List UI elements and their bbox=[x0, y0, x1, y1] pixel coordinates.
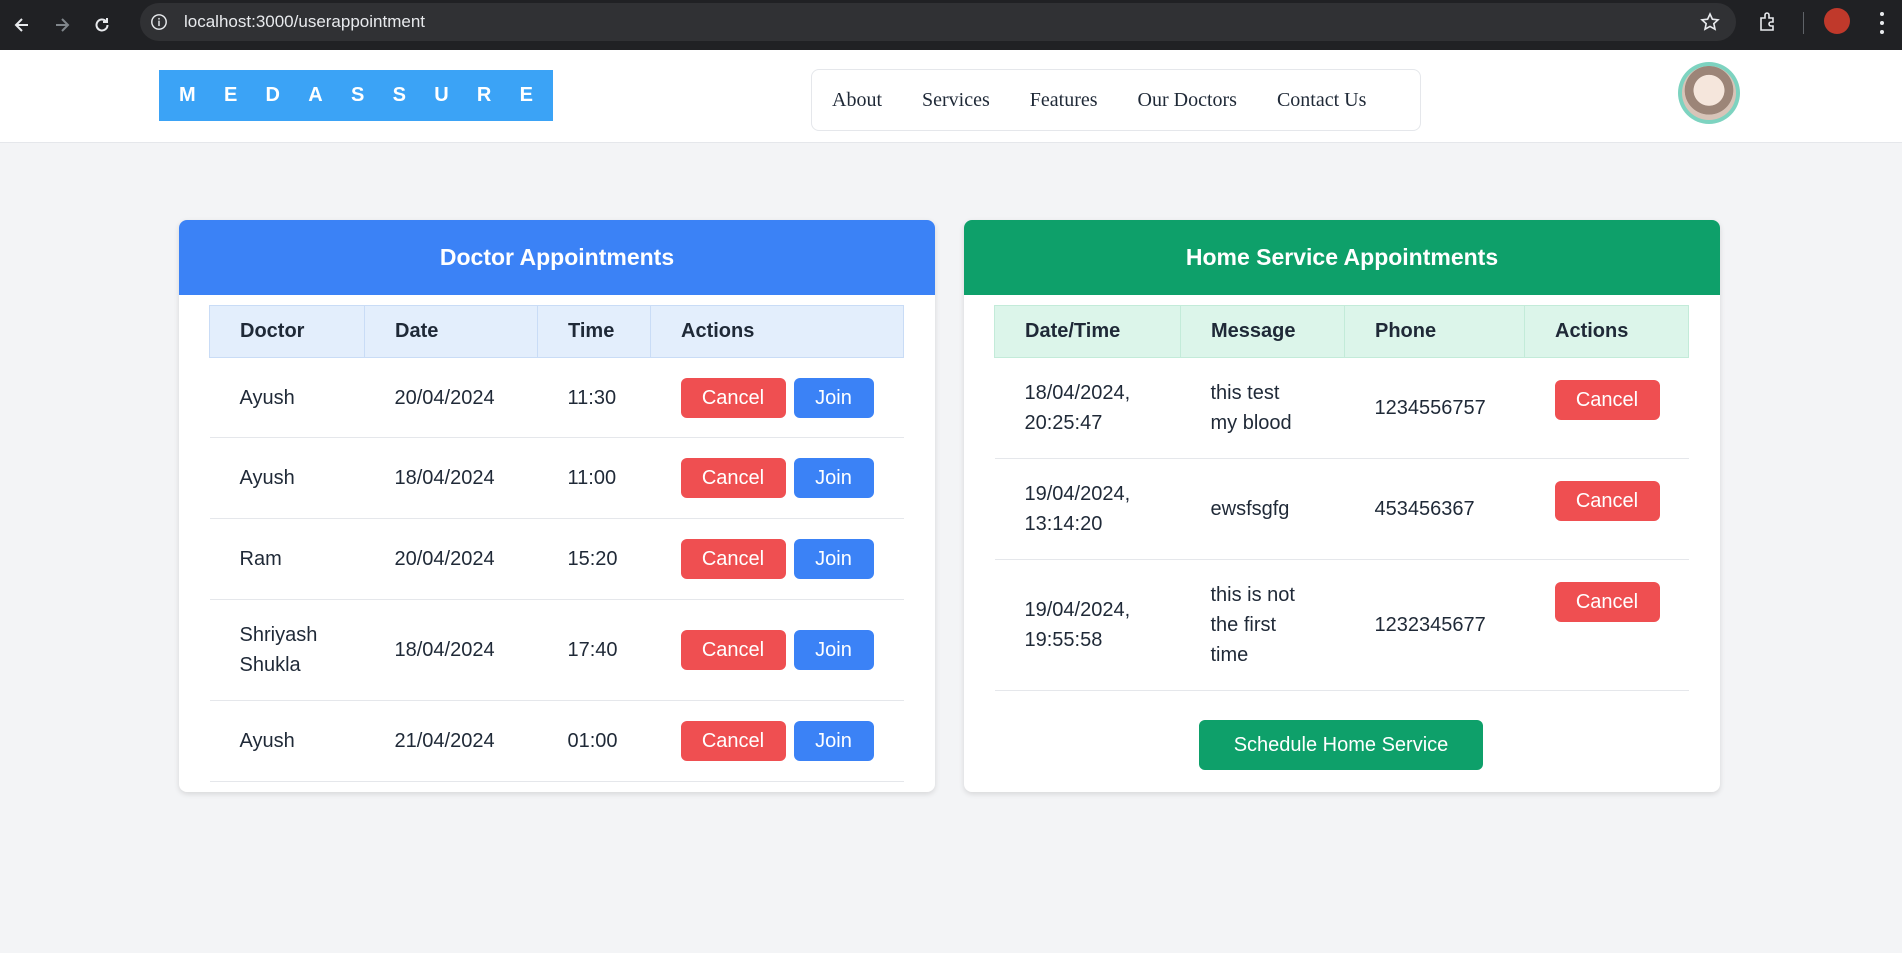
cancel-button[interactable]: Cancel bbox=[680, 721, 786, 761]
row-actions: Cancel bbox=[1524, 559, 1689, 691]
column-header-datetime: Date/Time bbox=[994, 305, 1181, 358]
main-nav: About Services Features Our Doctors Cont… bbox=[811, 69, 1421, 131]
row-actions: Cancel Join bbox=[650, 357, 904, 438]
home-service-appointments-card: Home Service Appointments Date/Time Mess… bbox=[964, 220, 1720, 792]
appointment-message: this test my blood bbox=[1180, 357, 1345, 459]
appointment-time: 11:00 bbox=[537, 437, 651, 519]
doctor-appointments-title: Doctor Appointments bbox=[179, 220, 935, 295]
row-actions: Cancel bbox=[1524, 458, 1689, 560]
doctor-appointment-row: Shriyash Shukla 18/04/2024 17:40 Cancel Join bbox=[209, 599, 904, 701]
appointment-time: 11:30 bbox=[537, 357, 651, 438]
browser-profile-avatar[interactable] bbox=[1824, 8, 1850, 34]
site-info-icon[interactable] bbox=[148, 11, 170, 33]
cancel-button[interactable]: Cancel bbox=[1554, 582, 1660, 622]
cancel-button[interactable]: Cancel bbox=[1554, 481, 1660, 521]
forward-icon[interactable] bbox=[44, 7, 80, 43]
logo-letter: E bbox=[223, 84, 238, 106]
cancel-button[interactable]: Cancel bbox=[680, 539, 786, 579]
doctor-appointment-row: Ayush 21/04/2024 01:00 Cancel Join bbox=[209, 700, 904, 782]
appointment-time: 15:20 bbox=[537, 518, 651, 600]
doctor-name: Shriyash Shukla bbox=[209, 599, 365, 701]
doctor-appointment-row: Ayush 18/04/2024 11:00 Cancel Join bbox=[209, 437, 904, 519]
appointment-phone: 1234556757 bbox=[1344, 357, 1525, 459]
appointment-date: 18/04/2024 bbox=[364, 437, 538, 519]
logo-letter: U bbox=[434, 84, 449, 106]
medassure-logo[interactable]: MEDASSURE bbox=[159, 70, 553, 121]
home-service-row: 19/04/2024, 19:55:58 this is not the firs… bbox=[994, 559, 1689, 691]
row-actions: Cancel bbox=[1524, 357, 1689, 459]
cancel-button[interactable]: Cancel bbox=[680, 630, 786, 670]
logo-letter: S bbox=[350, 84, 365, 106]
appointment-date: 20/04/2024 bbox=[364, 518, 538, 600]
column-header-date: Date bbox=[364, 305, 538, 358]
browser-menu-icon[interactable] bbox=[1872, 10, 1892, 36]
appointment-date: 21/04/2024 bbox=[364, 700, 538, 782]
doctor-appointment-row: Ayush 20/04/2024 11:30 Cancel Join bbox=[209, 357, 904, 438]
appointment-phone: 453456367 bbox=[1344, 458, 1525, 560]
row-actions: Cancel Join bbox=[650, 437, 904, 519]
extensions-icon[interactable] bbox=[1756, 10, 1780, 34]
column-header-actions: Actions bbox=[650, 305, 904, 358]
nav-about[interactable]: About bbox=[832, 89, 882, 112]
appointment-phone: 1232345677 bbox=[1344, 559, 1525, 691]
home-service-row: 19/04/2024, 13:14:20 ewsfsgfg 453456367 Can… bbox=[994, 458, 1689, 560]
appointment-time: 01:00 bbox=[537, 700, 651, 782]
logo-letter: A bbox=[308, 84, 323, 106]
doctor-name: Ram bbox=[209, 518, 365, 600]
browser-toolbar: localhost:3000/userappointment bbox=[0, 0, 1902, 50]
row-actions: Cancel Join bbox=[650, 700, 904, 782]
home-service-appointments-title: Home Service Appointments bbox=[964, 220, 1720, 295]
doctor-name: Ayush bbox=[209, 700, 365, 782]
logo-letter: D bbox=[265, 84, 280, 106]
logo-letter: R bbox=[476, 84, 492, 106]
row-actions: Cancel Join bbox=[650, 518, 904, 600]
schedule-home-service-button[interactable]: Schedule Home Service bbox=[1199, 720, 1483, 770]
doctor-name: Ayush bbox=[209, 437, 365, 519]
cancel-button[interactable]: Cancel bbox=[680, 458, 786, 498]
join-button[interactable]: Join bbox=[793, 630, 874, 670]
join-button[interactable]: Join bbox=[793, 539, 874, 579]
doctor-appointments-table: Doctor Date Time Actions Ayush 20/04/2024… bbox=[209, 305, 904, 782]
logo-letter: S bbox=[392, 84, 406, 106]
join-button[interactable]: Join bbox=[793, 721, 874, 761]
doctor-appointment-row: Ram 20/04/2024 15:20 Cancel Join bbox=[209, 518, 904, 600]
nav-services[interactable]: Services bbox=[922, 89, 990, 112]
appointment-message: this is not the first time bbox=[1180, 559, 1345, 691]
logo-letter: M bbox=[179, 84, 196, 106]
cancel-button[interactable]: Cancel bbox=[1554, 380, 1660, 420]
home-service-appointments-table: Date/Time Message Phone Actions 18/04/20… bbox=[994, 305, 1689, 691]
column-header-phone: Phone bbox=[1344, 305, 1525, 358]
cancel-button[interactable]: Cancel bbox=[680, 377, 786, 418]
home-service-row: 18/04/2024, 20:25:47 this test my blood 12… bbox=[994, 357, 1689, 459]
nav-features[interactable]: Features bbox=[1030, 89, 1098, 112]
column-header-actions: Actions bbox=[1524, 305, 1689, 358]
column-header-message: Message bbox=[1180, 305, 1345, 358]
column-header-time: Time bbox=[537, 305, 651, 358]
url-text: localhost:3000/userappointment bbox=[184, 12, 425, 31]
doctor-name: Ayush bbox=[209, 357, 365, 438]
logo-letter: E bbox=[519, 84, 533, 106]
row-actions: Cancel Join bbox=[650, 599, 904, 701]
nav-contact-us[interactable]: Contact Us bbox=[1277, 89, 1366, 112]
user-avatar[interactable] bbox=[1678, 62, 1740, 124]
nav-our-doctors[interactable]: Our Doctors bbox=[1138, 89, 1237, 112]
appointment-datetime: 18/04/2024, 20:25:47 bbox=[994, 357, 1181, 459]
bookmark-star-icon[interactable] bbox=[1700, 12, 1720, 32]
appointment-message: ewsfsgfg bbox=[1180, 458, 1345, 560]
toolbar-divider bbox=[1803, 12, 1804, 34]
column-header-doctor: Doctor bbox=[209, 305, 365, 358]
appointment-datetime: 19/04/2024, 13:14:20 bbox=[994, 458, 1181, 560]
doctor-appointments-card: Doctor Appointments Doctor Date Time Act… bbox=[179, 220, 935, 792]
join-button[interactable]: Join bbox=[793, 377, 874, 418]
appointment-datetime: 19/04/2024, 19:55:58 bbox=[994, 559, 1181, 691]
join-button[interactable]: Join bbox=[793, 458, 874, 498]
reload-icon[interactable] bbox=[84, 7, 120, 43]
address-bar[interactable]: localhost:3000/userappointment bbox=[140, 3, 1736, 41]
site-header: M E D A S S U R E About Services Features Our Do… bbox=[0, 50, 1902, 143]
appointment-time: 17:40 bbox=[537, 599, 651, 701]
appointment-date: 18/04/2024 bbox=[364, 599, 538, 701]
appointment-date: 20/04/2024 bbox=[364, 357, 538, 438]
back-icon[interactable] bbox=[4, 7, 40, 43]
